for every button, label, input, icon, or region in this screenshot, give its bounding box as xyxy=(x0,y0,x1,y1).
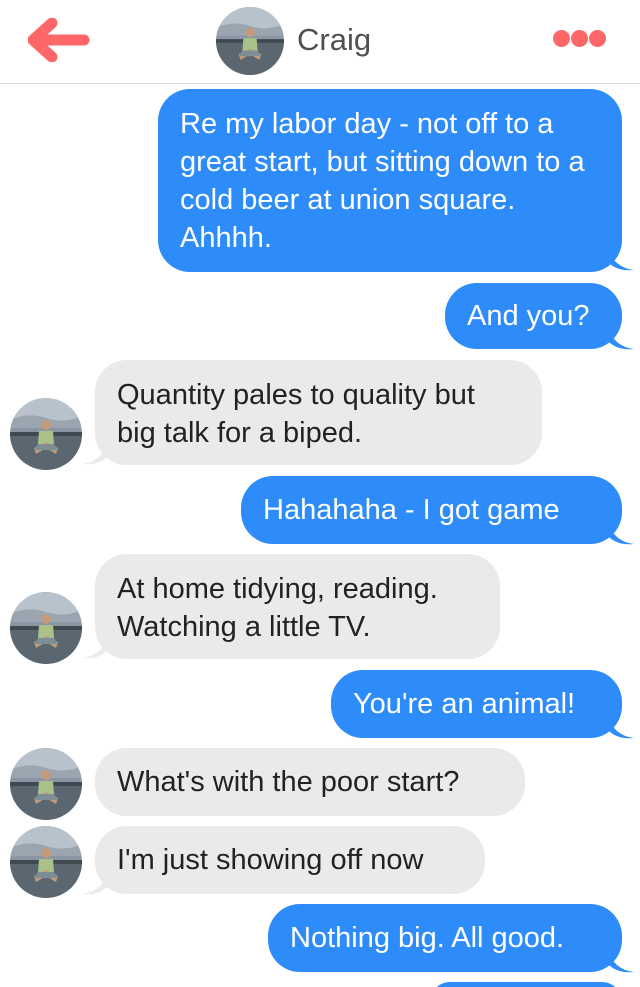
bubble-tail xyxy=(606,246,634,271)
message-bubble-outgoing[interactable]: Hahahaha - I got game xyxy=(241,476,622,544)
message-text: Re my labor day - not off to a great sta… xyxy=(180,108,585,254)
more-options-icon xyxy=(553,30,570,47)
bubble-tail xyxy=(606,948,634,973)
bubble-tail xyxy=(82,440,110,465)
more-options-button[interactable] xyxy=(549,26,609,52)
message-text: At home tidying, reading. Watching a lit… xyxy=(117,573,438,643)
message-text: Nothing big. All good. xyxy=(290,922,565,954)
message-text: Hahahaha - I got game xyxy=(263,494,560,526)
contact-avatar[interactable] xyxy=(216,7,284,75)
bubble-tail xyxy=(606,325,634,350)
message-bubble-outgoing[interactable]: Nothing big. All good. xyxy=(268,904,622,972)
message-text: I'm just showing off now xyxy=(117,844,424,876)
message-bubble-incoming[interactable]: Quantity pales to quality but big talk f… xyxy=(95,360,542,465)
message-bubble-outgoing-partial[interactable] xyxy=(430,982,622,987)
message-text: Quantity pales to quality but big talk f… xyxy=(117,379,475,449)
bubble-tail xyxy=(606,714,634,739)
message-bubble-incoming[interactable]: I'm just showing off now xyxy=(95,826,485,894)
bubble-tail xyxy=(82,870,110,895)
more-options-dot xyxy=(571,30,588,47)
contact-name[interactable]: Craig xyxy=(297,22,371,58)
chat-header: Craig xyxy=(0,0,640,84)
message-bubble-outgoing[interactable]: You're an animal! xyxy=(331,670,622,738)
bubble-tail xyxy=(82,634,110,659)
message-text: What's with the poor start? xyxy=(117,766,460,798)
message-list[interactable]: Re my labor day - not off to a great sta… xyxy=(0,84,640,987)
message-bubble-incoming[interactable]: At home tidying, reading. Watching a lit… xyxy=(95,554,500,659)
back-arrow-icon xyxy=(27,17,90,63)
message-text: And you? xyxy=(467,300,590,332)
message-bubble-incoming[interactable]: What's with the poor start? xyxy=(95,748,525,816)
sender-avatar[interactable] xyxy=(10,748,82,820)
sender-avatar[interactable] xyxy=(10,826,82,898)
back-button[interactable] xyxy=(27,17,92,63)
message-bubble-outgoing[interactable]: Re my labor day - not off to a great sta… xyxy=(158,89,622,272)
message-bubble-outgoing[interactable]: And you? xyxy=(445,283,622,349)
sender-avatar[interactable] xyxy=(10,592,82,664)
message-text: You're an animal! xyxy=(353,688,576,720)
bubble-tail xyxy=(606,520,634,545)
more-options-dot xyxy=(589,30,606,47)
sender-avatar[interactable] xyxy=(10,398,82,470)
